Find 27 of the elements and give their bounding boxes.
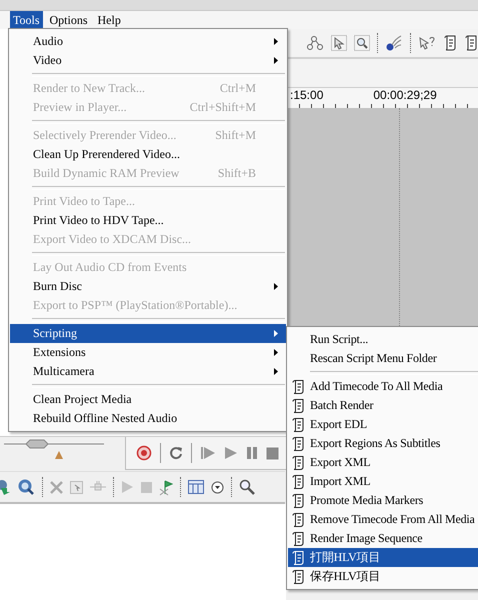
- menu-item[interactable]: Import XML: [288, 472, 478, 491]
- menu-item[interactable]: Export XML: [288, 453, 478, 472]
- menu-item[interactable]: 保存HLV項目: [288, 567, 478, 586]
- menu-item[interactable]: 打開HLV項目: [288, 548, 478, 567]
- menu-item[interactable]: Print Video to HDV Tape...: [10, 211, 286, 230]
- menu-item[interactable]: Batch Render: [288, 396, 478, 415]
- ruler-label: 00:00:29;29: [373, 88, 437, 103]
- menu-item[interactable]: Clean Up Prerendered Video...: [10, 145, 286, 164]
- menu-item[interactable]: Audio: [10, 32, 286, 51]
- menu-item[interactable]: Extensions: [10, 343, 286, 362]
- menu-item[interactable]: Export EDL: [288, 415, 478, 434]
- menu-bar-item[interactable]: Tools: [10, 11, 42, 29]
- menu-item[interactable]: Export Regions As Subtitles: [288, 434, 478, 453]
- menu-item[interactable]: Rebuild Offline Nested Audio: [10, 409, 286, 428]
- menu-item[interactable]: Multicamera: [10, 362, 286, 381]
- menu-item[interactable]: Video: [10, 51, 286, 70]
- menu-item[interactable]: Add Timecode To All Media: [288, 377, 478, 396]
- menu-item[interactable]: Clean Project Media: [10, 390, 286, 409]
- menu-item[interactable]: Burn Disc: [10, 277, 286, 296]
- menu-item[interactable]: Render Image Sequence: [288, 529, 478, 548]
- menu-item[interactable]: Promote Media Markers: [288, 491, 478, 510]
- menu-item[interactable]: Scripting: [10, 324, 286, 343]
- menu-item[interactable]: Remove Timecode From All Media: [288, 510, 478, 529]
- menu-item[interactable]: Rescan Script Menu Folder: [288, 349, 478, 368]
- menu-bar-item[interactable]: Options: [46, 11, 91, 29]
- menu-bar-item[interactable]: Help: [94, 11, 124, 29]
- menu-item[interactable]: Run Script...: [288, 330, 478, 349]
